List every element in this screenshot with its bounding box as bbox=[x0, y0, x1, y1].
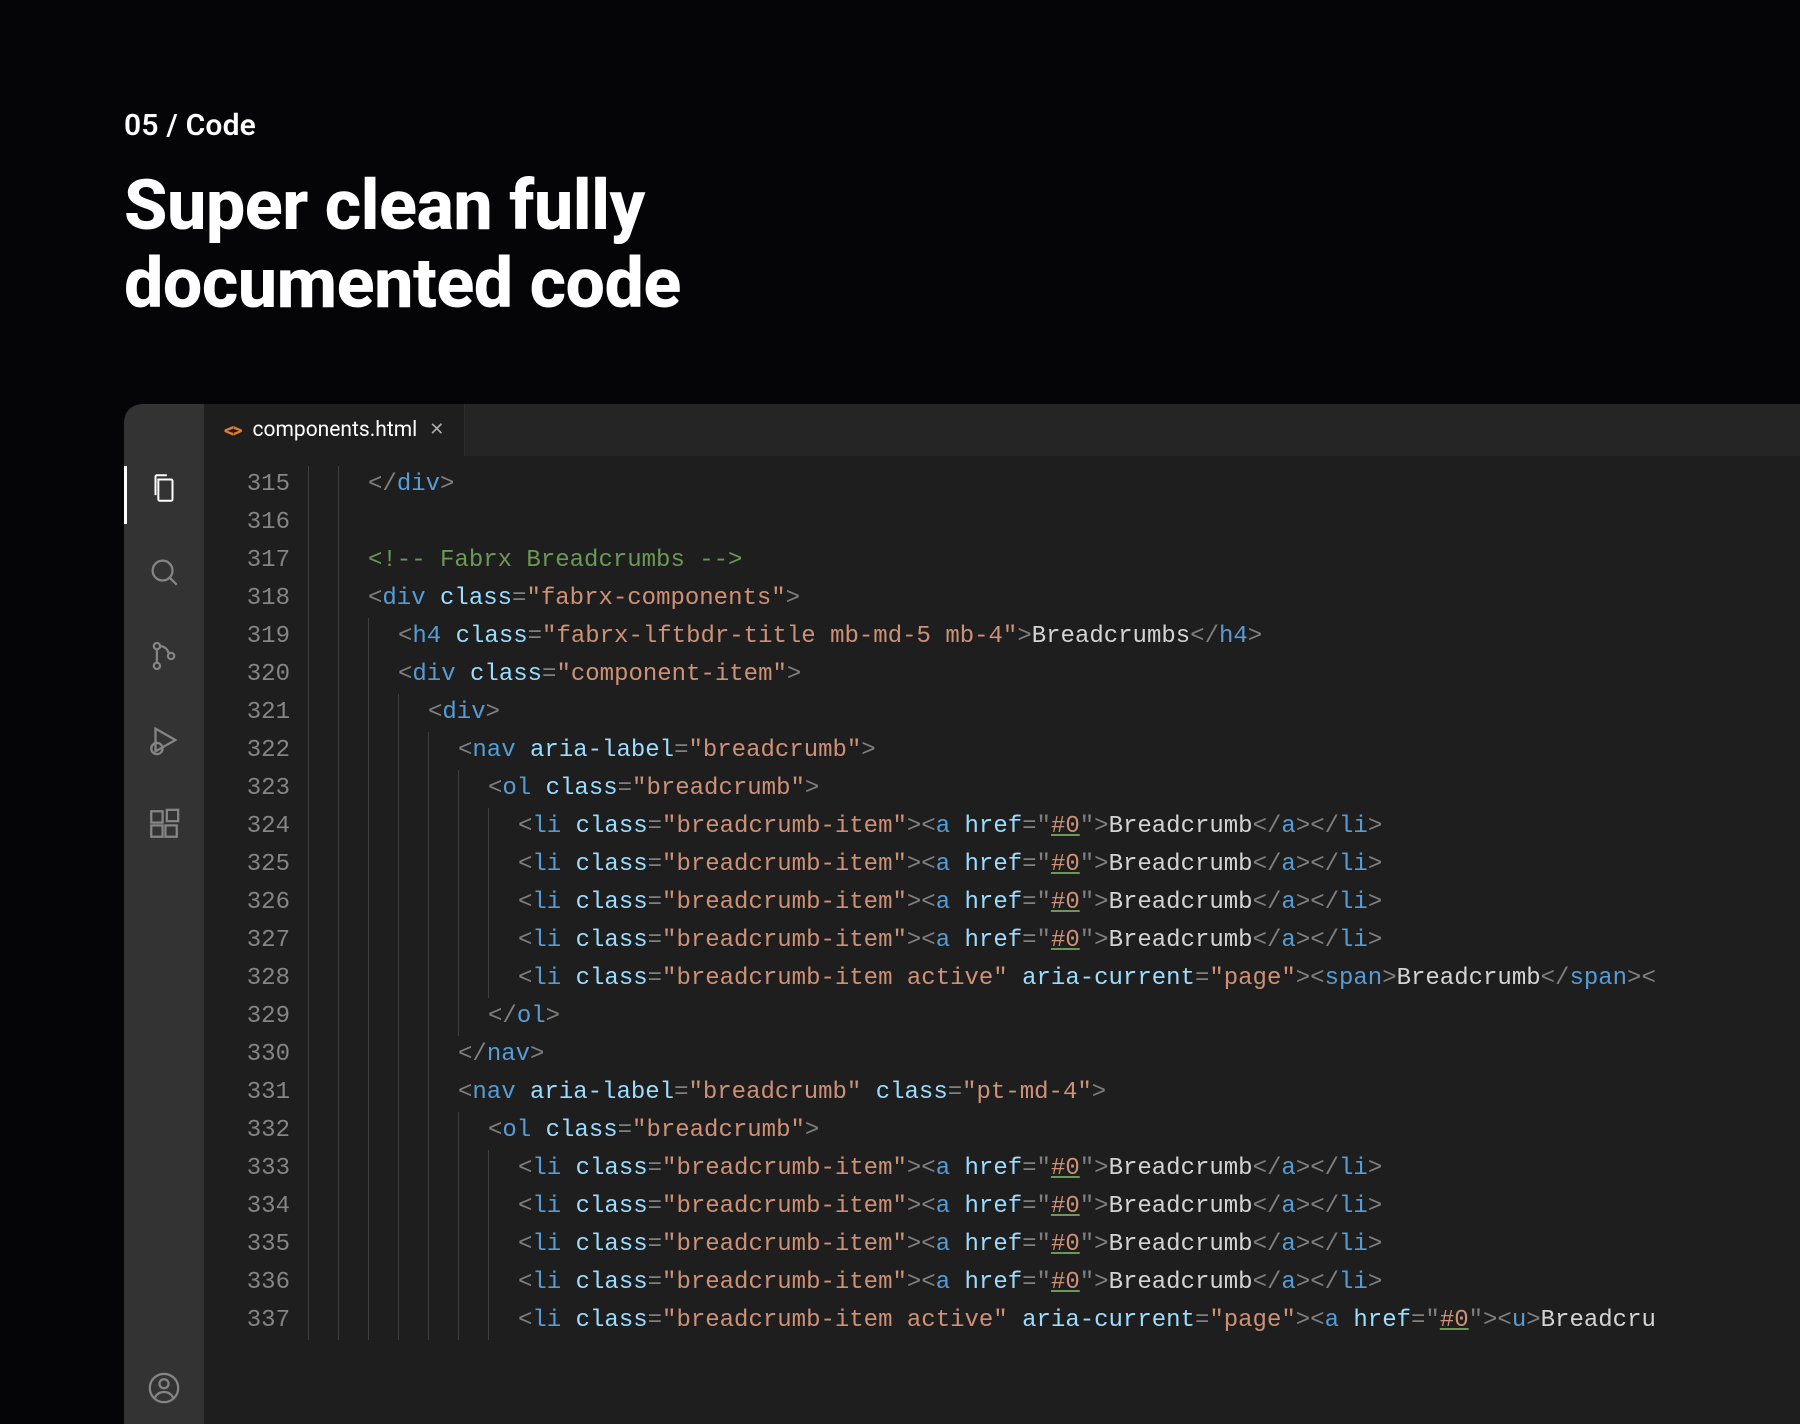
explorer-icon[interactable] bbox=[146, 470, 182, 506]
code-line: <h4 class="fabrx-lftbdr-title mb-md-5 mb… bbox=[308, 618, 1800, 656]
line-number: 321 bbox=[204, 694, 290, 732]
code-line: <li class="breadcrumb-item"><a href="#0"… bbox=[308, 1150, 1800, 1188]
line-number: 315 bbox=[204, 466, 290, 504]
line-number: 322 bbox=[204, 732, 290, 770]
line-number: 320 bbox=[204, 656, 290, 694]
code-line: <ol class="breadcrumb"> bbox=[308, 1112, 1800, 1150]
code-line: <nav aria-label="breadcrumb"> bbox=[308, 732, 1800, 770]
code-line: </div> bbox=[308, 466, 1800, 504]
line-number: 328 bbox=[204, 960, 290, 998]
code-line: </nav> bbox=[308, 1036, 1800, 1074]
line-number-gutter: 3153163173183193203213223233243253263273… bbox=[204, 456, 308, 1424]
line-number: 334 bbox=[204, 1188, 290, 1226]
headline-line2: documented code bbox=[124, 243, 681, 325]
code-line: </ol> bbox=[308, 998, 1800, 1036]
line-number: 324 bbox=[204, 808, 290, 846]
headline-line1: Super clean fully bbox=[124, 165, 645, 247]
code-line: <li class="breadcrumb-item"><a href="#0"… bbox=[308, 922, 1800, 960]
code-line: <li class="breadcrumb-item"><a href="#0"… bbox=[308, 1226, 1800, 1264]
html-file-icon: <> bbox=[224, 418, 241, 442]
close-icon[interactable]: ✕ bbox=[429, 419, 444, 440]
line-number: 318 bbox=[204, 580, 290, 618]
line-number: 316 bbox=[204, 504, 290, 542]
search-icon[interactable] bbox=[146, 554, 182, 590]
account-icon[interactable] bbox=[146, 1370, 182, 1406]
extensions-icon[interactable] bbox=[146, 806, 182, 842]
active-indicator bbox=[124, 466, 127, 524]
section-headline: Super clean fully documented code bbox=[124, 167, 1800, 324]
section-kicker: 05 / Code bbox=[124, 108, 1800, 143]
code-editor-window: <> components.html ✕ bbox=[124, 404, 1800, 1424]
code-line bbox=[308, 504, 1800, 542]
code-line: <nav aria-label="breadcrumb" class="pt-m… bbox=[308, 1074, 1800, 1112]
code-line: <li class="breadcrumb-item active" aria-… bbox=[308, 1302, 1800, 1340]
code-line: <li class="breadcrumb-item active" aria-… bbox=[308, 960, 1800, 998]
line-number: 317 bbox=[204, 542, 290, 580]
line-number: 323 bbox=[204, 770, 290, 808]
line-number: 325 bbox=[204, 846, 290, 884]
tab-filename: components.html bbox=[253, 418, 418, 442]
code-line: <li class="breadcrumb-item"><a href="#0"… bbox=[308, 884, 1800, 922]
code-line: <ol class="breadcrumb"> bbox=[308, 770, 1800, 808]
editor-tabbar: <> components.html ✕ bbox=[204, 404, 1800, 456]
activity-bar bbox=[124, 456, 204, 1424]
code-line: <div class="fabrx-components"> bbox=[308, 580, 1800, 618]
line-number: 331 bbox=[204, 1074, 290, 1112]
code-line: <div> bbox=[308, 694, 1800, 732]
editor-tab-components[interactable]: <> components.html ✕ bbox=[204, 404, 465, 456]
code-line: <li class="breadcrumb-item"><a href="#0"… bbox=[308, 808, 1800, 846]
line-number: 326 bbox=[204, 884, 290, 922]
code-line: <li class="breadcrumb-item"><a href="#0"… bbox=[308, 846, 1800, 884]
code-line: <li class="breadcrumb-item"><a href="#0"… bbox=[308, 1264, 1800, 1302]
code-line: <!-- Fabrx Breadcrumbs --> bbox=[308, 542, 1800, 580]
line-number: 319 bbox=[204, 618, 290, 656]
line-number: 336 bbox=[204, 1264, 290, 1302]
line-number: 335 bbox=[204, 1226, 290, 1264]
code-area[interactable]: </div><!-- Fabrx Breadcrumbs --><div cla… bbox=[308, 456, 1800, 1424]
line-number: 327 bbox=[204, 922, 290, 960]
code-line: <li class="breadcrumb-item"><a href="#0"… bbox=[308, 1188, 1800, 1226]
line-number: 337 bbox=[204, 1302, 290, 1340]
line-number: 333 bbox=[204, 1150, 290, 1188]
code-line: <div class="component-item"> bbox=[308, 656, 1800, 694]
line-number: 332 bbox=[204, 1112, 290, 1150]
line-number: 330 bbox=[204, 1036, 290, 1074]
source-control-icon[interactable] bbox=[146, 638, 182, 674]
line-number: 329 bbox=[204, 998, 290, 1036]
debug-icon[interactable] bbox=[146, 722, 182, 758]
